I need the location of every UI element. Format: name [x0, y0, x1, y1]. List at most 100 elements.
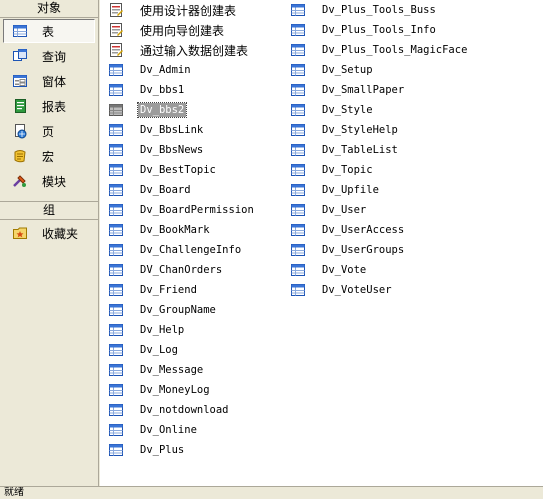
- object-type-label: 查询: [42, 49, 67, 64]
- table-item[interactable]: Dv_GroupName: [108, 302, 218, 318]
- table-item[interactable]: Dv_bbs1: [108, 82, 186, 98]
- table-item[interactable]: Dv_Vote: [290, 262, 368, 278]
- table-icon: [290, 282, 306, 298]
- table-item[interactable]: Dv_Plus: [108, 442, 186, 458]
- objects-bar: 对象 表查询窗体报表页宏模块 组 收藏夹: [0, 0, 99, 486]
- table-icon: [290, 242, 306, 258]
- wizard-icon: [108, 42, 124, 58]
- create-table-wizard-item[interactable]: 使用向导创建表: [108, 22, 226, 38]
- table-icon: [290, 142, 306, 158]
- object-type-label: 模块: [42, 174, 67, 189]
- item-label: Dv_UserGroups: [322, 244, 405, 256]
- table-item[interactable]: Dv_Plus_Tools_Info: [290, 22, 438, 38]
- table-icon: [108, 162, 124, 178]
- object-type-button[interactable]: 窗体: [3, 69, 95, 93]
- table-icon: [108, 182, 124, 198]
- table-item[interactable]: Dv_Setup: [290, 62, 375, 78]
- table-item[interactable]: Dv_User: [290, 202, 368, 218]
- item-label: Dv_User: [322, 204, 367, 216]
- table-item[interactable]: Dv_Plus_Tools_MagicFace: [290, 42, 469, 58]
- item-label: Dv_ChallengeInfo: [140, 244, 242, 256]
- table-item[interactable]: Dv_StyleHelp: [290, 122, 400, 138]
- status-bar: 就绪: [0, 486, 543, 499]
- table-item[interactable]: Dv_Topic: [290, 162, 375, 178]
- table-item[interactable]: Dv_Friend: [108, 282, 199, 298]
- object-type-button[interactable]: 页: [3, 119, 95, 143]
- table-item[interactable]: DV_ChanOrders: [108, 262, 224, 278]
- item-label: Dv_Style: [322, 104, 373, 116]
- objects-header[interactable]: 对象: [0, 0, 98, 18]
- table-item[interactable]: Dv_notdownload: [108, 402, 231, 418]
- object-type-button[interactable]: 查询: [3, 44, 95, 68]
- table-icon: [290, 182, 306, 198]
- table-icon: [108, 222, 124, 238]
- item-label: Dv_GroupName: [140, 304, 216, 316]
- form-icon: [12, 73, 28, 89]
- item-label: 使用向导创建表: [140, 23, 225, 38]
- table-item[interactable]: Dv_BookMark: [108, 222, 212, 238]
- object-type-label: 表: [42, 24, 55, 39]
- table-item[interactable]: Dv_Admin: [108, 62, 193, 78]
- table-item[interactable]: Dv_UserGroups: [290, 242, 406, 258]
- item-label: Dv_Plus_Tools_Info: [322, 24, 436, 36]
- table-item[interactable]: Dv_bbs2: [108, 102, 188, 118]
- table-item[interactable]: Dv_BestTopic: [108, 162, 218, 178]
- item-label: Dv_notdownload: [140, 404, 229, 416]
- item-label: Dv_MoneyLog: [140, 384, 210, 396]
- table-item[interactable]: Dv_Help: [108, 322, 186, 338]
- group-label: 收藏夹: [42, 226, 79, 241]
- table-item[interactable]: Dv_Log: [108, 342, 180, 358]
- table-item[interactable]: Dv_Style: [290, 102, 375, 118]
- table-item[interactable]: Dv_VoteUser: [290, 282, 394, 298]
- table-icon: [108, 362, 124, 378]
- object-type-button[interactable]: 宏: [3, 144, 95, 168]
- object-type-label: 报表: [42, 99, 67, 114]
- table-item[interactable]: Dv_BbsLink: [108, 122, 205, 138]
- table-icon: [290, 82, 306, 98]
- item-label: Dv_BoardPermission: [140, 204, 254, 216]
- item-label: Dv_Online: [140, 424, 197, 436]
- item-label: Dv_Admin: [140, 64, 191, 76]
- table-item[interactable]: Dv_ChallengeInfo: [108, 242, 243, 258]
- groups-header[interactable]: 组: [0, 201, 98, 220]
- table-icon: [108, 282, 124, 298]
- item-label: Dv_Topic: [322, 164, 373, 176]
- table-item[interactable]: Dv_MoneyLog: [108, 382, 212, 398]
- item-label: DV_ChanOrders: [140, 264, 223, 276]
- table-item[interactable]: Dv_TableList: [290, 142, 400, 158]
- table-item[interactable]: Dv_BbsNews: [108, 142, 205, 158]
- create-table-wizard-item[interactable]: 通过输入数据创建表: [108, 42, 250, 58]
- table-icon: [290, 42, 306, 58]
- table-item[interactable]: Dv_Message: [108, 362, 205, 378]
- table-icon: [108, 382, 124, 398]
- wizard-icon: [108, 22, 124, 38]
- group-list: 收藏夹: [0, 221, 98, 245]
- table-icon: [108, 262, 124, 278]
- table-icon: [290, 202, 306, 218]
- item-label: Dv_Friend: [140, 284, 197, 296]
- create-table-wizard-item[interactable]: 使用设计器创建表: [108, 2, 238, 18]
- group-favorites-button[interactable]: 收藏夹: [3, 221, 95, 245]
- table-item[interactable]: Dv_Upfile: [290, 182, 381, 198]
- item-label: Dv_SmallPaper: [322, 84, 405, 96]
- table-icon: [108, 122, 124, 138]
- table-icon: [290, 162, 306, 178]
- object-type-label: 窗体: [42, 74, 67, 89]
- table-item[interactable]: Dv_Board: [108, 182, 193, 198]
- table-item[interactable]: Dv_Online: [108, 422, 199, 438]
- object-type-button[interactable]: 模块: [3, 169, 95, 193]
- status-text: 就绪: [4, 487, 24, 498]
- table-item[interactable]: Dv_Plus_Tools_Buss: [290, 2, 438, 18]
- table-icon: [108, 82, 124, 98]
- table-item[interactable]: Dv_SmallPaper: [290, 82, 406, 98]
- table-item[interactable]: Dv_UserAccess: [290, 222, 406, 238]
- object-type-label: 宏: [42, 149, 55, 164]
- item-label: Dv_UserAccess: [322, 224, 405, 236]
- item-label: Dv_Plus_Tools_MagicFace: [322, 44, 468, 56]
- object-type-button[interactable]: 报表: [3, 94, 95, 118]
- object-type-button[interactable]: 表: [3, 19, 95, 43]
- table-item[interactable]: Dv_BoardPermission: [108, 202, 256, 218]
- table-icon: [108, 302, 124, 318]
- object-type-list: 表查询窗体报表页宏模块: [0, 19, 98, 198]
- item-label: Dv_Vote: [322, 264, 367, 276]
